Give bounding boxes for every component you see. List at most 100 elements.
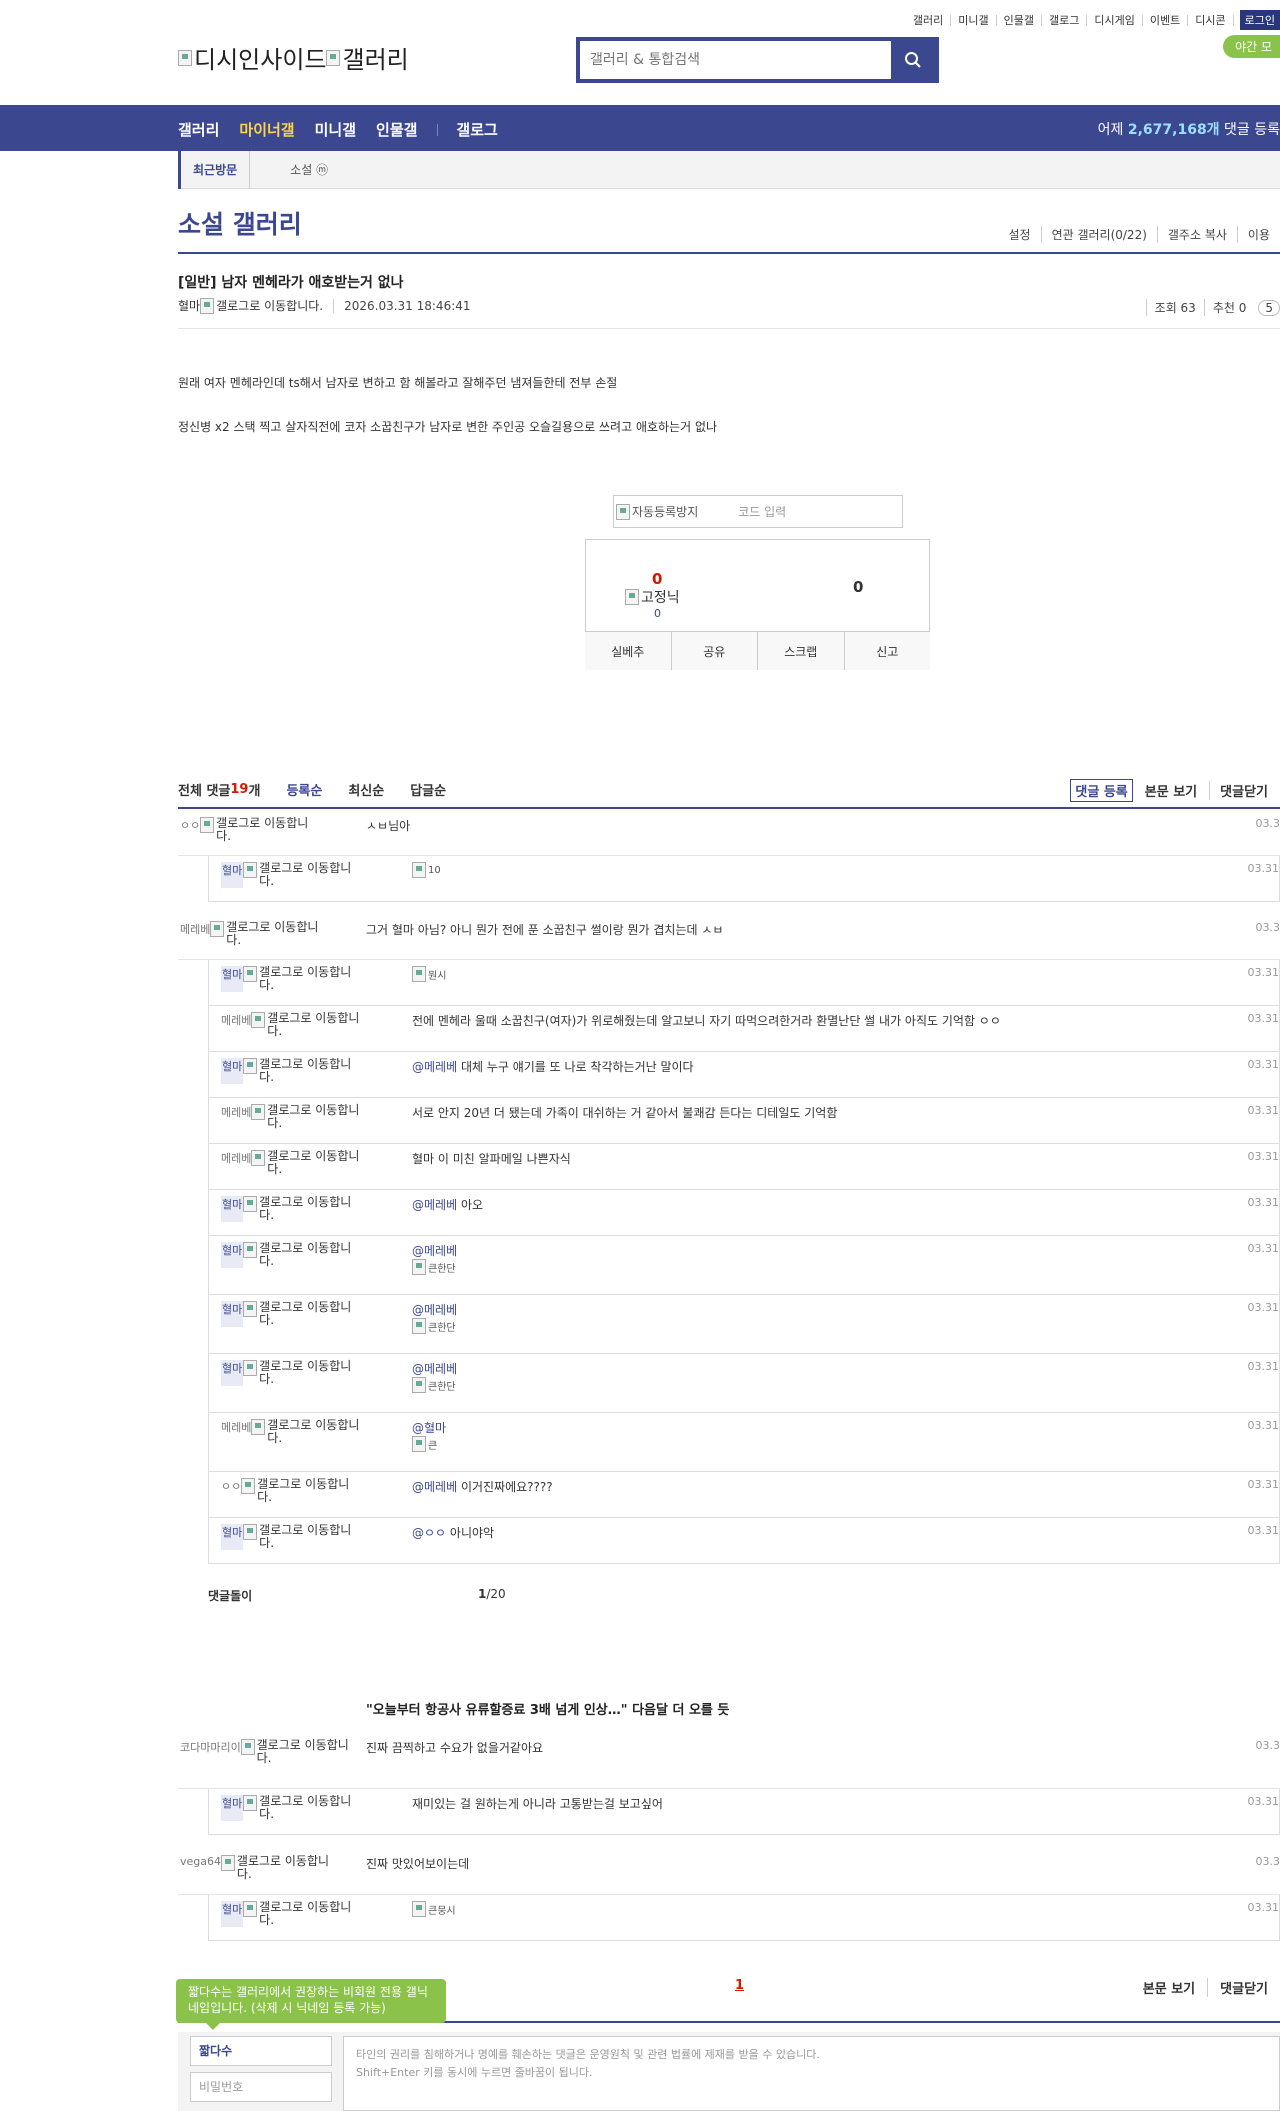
comment-nickname[interactable]: 메레베 xyxy=(221,1419,251,1445)
comment-nickname[interactable]: 혈마 xyxy=(221,1242,244,1268)
comment-nickname[interactable]: 메레베 xyxy=(221,1150,251,1176)
best-recommend-button[interactable]: 실베추 xyxy=(585,632,671,670)
comment-nickname[interactable]: ㅇㅇ xyxy=(180,817,200,843)
toplink-event[interactable]: 이벤트 xyxy=(1143,14,1189,26)
toplink-gallog[interactable]: 갤로그 xyxy=(1042,14,1088,26)
mention[interactable]: @메레베 xyxy=(412,1198,457,1212)
toplink-dccon[interactable]: 디시콘 xyxy=(1188,14,1234,26)
view-body-button-bottom[interactable]: 본문 보기 xyxy=(1131,1978,1207,1997)
gallog-link[interactable]: 갤로그로 이동합니다. xyxy=(243,1524,365,1550)
recent-visit-item[interactable]: 소설 ⓜ xyxy=(290,161,328,178)
comment-nickname[interactable]: 메레베 xyxy=(221,1012,251,1038)
mention[interactable]: @메레베 xyxy=(412,1303,457,1317)
comment-nickname[interactable]: 혈마 xyxy=(221,1795,244,1821)
mention[interactable]: @메레베 xyxy=(412,1060,457,1074)
gallog-link[interactable]: 갤로그로 이동합니다. xyxy=(200,817,322,843)
toplink-minigall[interactable]: 미니갤 xyxy=(951,14,997,26)
comment-writer: ㅇㅇ 갤로그로 이동합니다. xyxy=(180,817,322,843)
news-headline[interactable]: "오늘부터 항공사 유류할증료 3배 넘게 인상…" 다음달 더 오를 듯 xyxy=(366,1699,729,1718)
toplink-dcgame[interactable]: 디시게임 xyxy=(1087,14,1143,26)
comment-nickname[interactable]: 혈마 xyxy=(221,1058,244,1084)
comment-nickname[interactable]: 혈마 xyxy=(221,862,244,888)
comment-row: ㅇㅇ 갤로그로 이동합니다. ㅅㅂ님아 03.3 xyxy=(178,811,1280,856)
gallog-link[interactable]: 갤로그로 이동합니다. xyxy=(251,1419,373,1445)
recommend-up-count[interactable]: 0 xyxy=(652,570,662,588)
broken-image-icon xyxy=(243,1360,258,1376)
related-gallery-link[interactable]: 연관 갤러리(0/22) xyxy=(1040,226,1157,243)
comment-bot-label[interactable]: 댓글돌이 xyxy=(208,1587,252,1604)
gallog-link[interactable]: 갤로그로 이동합니다. xyxy=(243,1196,365,1222)
password-input[interactable]: 비밀번호 xyxy=(190,2072,332,2102)
comment-nickname[interactable]: 혈마 xyxy=(221,1360,244,1386)
report-button[interactable]: 신고 xyxy=(843,632,931,670)
comment-textarea[interactable]: 타인의 권리를 침해하거나 명예를 훼손하는 댓글은 운영원칙 및 관련 법률에… xyxy=(343,2036,1280,2111)
gallog-link[interactable]: 갤로그로 이동합니다. xyxy=(221,1855,343,1881)
gallog-link[interactable]: 갤로그로 이동합니다. xyxy=(243,1058,365,1084)
search-button[interactable] xyxy=(891,41,935,79)
comment-nickname[interactable]: ㅇㅇ xyxy=(221,1478,241,1504)
gallog-link[interactable]: 갤로그로 이동합니다. xyxy=(243,1795,365,1821)
sort-registered[interactable]: 등록순 xyxy=(286,780,322,799)
gallog-link[interactable]: 갤로그로 이동합니다. xyxy=(251,1104,373,1130)
gallog-link[interactable]: 갤로그로 이동합니다. xyxy=(243,1360,365,1386)
dccon-image: 10 xyxy=(412,862,441,878)
gallery-title[interactable]: 소설 갤러리 xyxy=(178,205,302,241)
comment-nickname[interactable]: 혈마 xyxy=(221,1301,244,1327)
mention[interactable]: @메레베 xyxy=(412,1362,457,1376)
gallog-link[interactable]: 갤로그로 이동합니다. xyxy=(243,966,365,992)
gallog-link[interactable]: 갤로그로 이동합니다. xyxy=(241,1478,363,1504)
nav-person-gallery[interactable]: 인물갤 xyxy=(376,119,417,140)
gallog-link[interactable]: 갤로그로 이동합니다. xyxy=(243,1901,365,1927)
mention[interactable]: @ㅇㅇ xyxy=(412,1526,446,1540)
copy-address-link[interactable]: 갤주소 복사 xyxy=(1156,226,1237,243)
share-button[interactable]: 공유 xyxy=(670,632,758,670)
comment-nickname[interactable]: 코다마마리이 xyxy=(180,1739,241,1765)
comment-count-pill[interactable]: 5 xyxy=(1258,299,1280,316)
search-input[interactable] xyxy=(580,41,891,79)
comment-nickname[interactable]: 혈마 xyxy=(221,966,244,992)
sort-latest[interactable]: 최신순 xyxy=(348,780,384,799)
scrap-button[interactable]: 스크랩 xyxy=(757,632,844,670)
toplink-persongall[interactable]: 인물갤 xyxy=(997,14,1043,26)
view-body-button[interactable]: 본문 보기 xyxy=(1145,781,1209,800)
gallog-link[interactable]: 갤로그로 이동합니다. xyxy=(251,1150,373,1176)
nickname-input[interactable]: 짧다수 xyxy=(190,2036,332,2066)
gallery-settings-link[interactable]: 설정 xyxy=(998,226,1040,243)
mention[interactable]: @메레베 xyxy=(412,1244,457,1258)
mention[interactable]: @혈마 xyxy=(412,1421,446,1435)
usage-link[interactable]: 이용 xyxy=(1236,226,1280,243)
comment-nickname[interactable]: 메레베 xyxy=(221,1104,251,1130)
gallog-icon[interactable] xyxy=(200,297,215,314)
recent-visit-bar: 최근방문 소설 ⓜ xyxy=(178,150,1280,189)
close-comments-button-bottom[interactable]: 댓글닫기 xyxy=(1207,1978,1280,1997)
gallog-link[interactable]: 갤로그로 이동합니다. xyxy=(251,1012,373,1038)
comment-nickname[interactable]: 혈마 xyxy=(221,1196,244,1222)
gallog-link[interactable]: 갤로그로 이동합니다. xyxy=(243,862,365,888)
comment-nickname[interactable]: 혈마 xyxy=(221,1901,244,1927)
gallog-link[interactable]: 갤로그로 이동합니다. xyxy=(243,1242,365,1268)
broken-image-icon xyxy=(251,1150,266,1166)
toplink-gallery[interactable]: 갤러리 xyxy=(906,14,952,26)
comment-register-button[interactable]: 댓글 등록 xyxy=(1070,779,1133,802)
close-comments-button[interactable]: 댓글닫기 xyxy=(1209,781,1280,800)
site-logo[interactable]: 디시인사이드 갤러리 xyxy=(178,40,409,75)
recent-visit-label: 최근방문 xyxy=(178,150,251,189)
comment-nickname[interactable]: vega64 xyxy=(180,1855,221,1881)
nav-gallery[interactable]: 갤러리 xyxy=(178,119,219,140)
comment-page-1[interactable]: 1 xyxy=(735,1978,744,1993)
mention[interactable]: @메레베 xyxy=(412,1480,457,1494)
gallog-link[interactable]: 갤로그로 이동합니다. xyxy=(243,1301,365,1327)
gallog-link[interactable]: 갤로그로 이동합니다. xyxy=(210,921,332,947)
post-author[interactable]: 혈마 xyxy=(178,297,200,314)
nav-mini-gallery[interactable]: 미니갤 xyxy=(315,119,356,140)
night-mode-toggle[interactable]: 야간 모 xyxy=(1223,35,1280,58)
sort-replies[interactable]: 답글순 xyxy=(410,780,446,799)
nav-gallog[interactable]: 갤로그 xyxy=(456,119,497,140)
recommend-down-count[interactable]: 0 xyxy=(853,578,863,596)
comment-nickname[interactable]: 메레베 xyxy=(180,921,210,947)
comment-nickname[interactable]: 혈마 xyxy=(221,1524,244,1550)
captcha-input[interactable]: 코드 입력 xyxy=(738,503,786,520)
login-button[interactable]: 로그인 xyxy=(1239,10,1280,30)
gallog-link[interactable]: 갤로그로 이동합니다. xyxy=(240,1739,363,1765)
nav-minor-gallery[interactable]: 마이너갤 xyxy=(239,119,294,140)
